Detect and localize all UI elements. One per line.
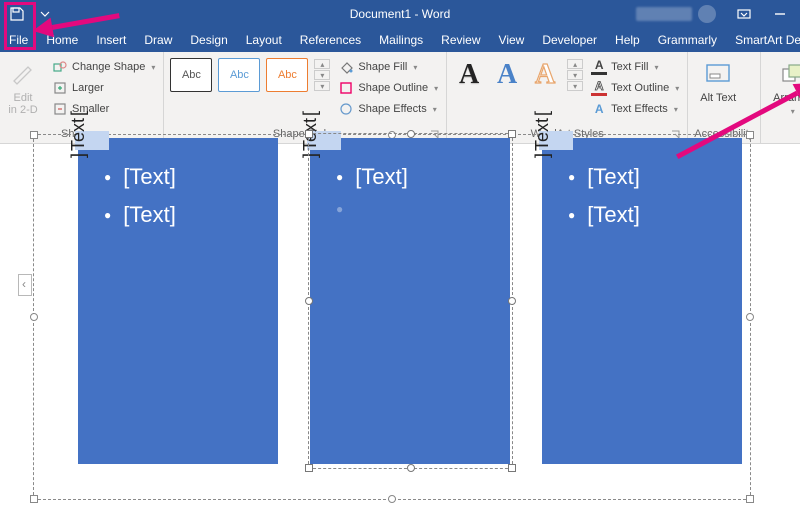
alt-text-icon <box>705 63 731 85</box>
alt-text-button[interactable]: Alt Text <box>694 58 742 106</box>
smartart-shape[interactable]: Text [Text] [Text] <box>78 138 278 464</box>
shape-title[interactable]: Text <box>68 111 89 158</box>
tab-layout[interactable]: Layout <box>237 28 291 52</box>
resize-handle[interactable] <box>508 464 516 472</box>
ribbon-display-icon <box>737 7 751 21</box>
shape-style-thumb[interactable]: Abc <box>218 58 260 92</box>
tab-design[interactable]: Design <box>181 28 236 52</box>
text-outline-button[interactable]: A Text Outline▾ <box>589 79 681 97</box>
text-effects-button[interactable]: A Text Effects▾ <box>589 100 681 118</box>
smaller-button[interactable]: Smaller <box>50 100 157 118</box>
smartart-shape[interactable]: Text [Text] [Text] <box>542 138 742 464</box>
shape-title[interactable]: Text <box>532 111 553 158</box>
resize-handle[interactable] <box>305 464 313 472</box>
shape-styles-gallery[interactable]: Abc Abc Abc ▴▾▾ <box>170 58 330 92</box>
resize-handle[interactable] <box>305 297 313 305</box>
larger-icon <box>53 81 67 95</box>
wordart-style-thumb[interactable]: A <box>491 59 523 91</box>
resize-handle[interactable] <box>305 130 313 138</box>
bucket-icon <box>339 60 353 74</box>
minimize-button[interactable] <box>762 0 798 28</box>
save-button[interactable] <box>4 2 30 26</box>
larger-button[interactable]: Larger <box>50 79 157 97</box>
document-canvas[interactable]: Text [Text] [Text] Text [Text] Text [Tex… <box>0 144 800 531</box>
gallery-more-button[interactable]: ▴▾▾ <box>314 58 330 91</box>
ribbon-options-button[interactable] <box>726 0 762 28</box>
account-area[interactable] <box>630 5 722 23</box>
shape-style-thumb[interactable]: Abc <box>266 58 308 92</box>
shape-effects-button[interactable]: Shape Effects▾ <box>336 100 440 118</box>
resize-handle[interactable] <box>508 297 516 305</box>
wordart-gallery[interactable]: A A A ▴▾▾ <box>453 58 583 91</box>
resize-handle[interactable] <box>407 130 415 138</box>
save-icon <box>9 6 25 22</box>
bullet-item[interactable]: [Text] <box>104 196 266 234</box>
resize-handle[interactable] <box>30 131 38 139</box>
ribbon: Edit in 2-D Change Shape▾ Larger Smaller… <box>0 52 800 144</box>
smaller-icon <box>53 102 67 116</box>
shape-style-thumb[interactable]: Abc <box>170 58 212 92</box>
account-avatar <box>698 5 716 23</box>
change-shape-button[interactable]: Change Shape▾ <box>50 58 157 76</box>
wordart-style-thumb[interactable]: A <box>453 59 485 91</box>
change-shape-icon <box>53 60 67 74</box>
outline-icon <box>339 81 353 95</box>
tab-review[interactable]: Review <box>432 28 489 52</box>
bullet-item[interactable]: [Text] <box>568 196 730 234</box>
tab-help[interactable]: Help <box>606 28 649 52</box>
bullet-item[interactable]: [Text] <box>104 158 266 196</box>
tab-file[interactable]: File <box>0 28 37 52</box>
smartart-inner-selection[interactable] <box>308 133 513 469</box>
tab-smartart-design[interactable]: SmartArt Design <box>726 28 800 52</box>
tab-draw[interactable]: Draw <box>135 28 181 52</box>
resize-handle[interactable] <box>508 130 516 138</box>
shape-fill-button[interactable]: Shape Fill▾ <box>336 58 440 76</box>
gallery-more-button[interactable]: ▴▾▾ <box>567 58 583 91</box>
account-name <box>636 7 692 21</box>
tab-mailings[interactable]: Mailings <box>370 28 432 52</box>
wordart-style-thumb[interactable]: A <box>529 59 561 91</box>
minimize-icon <box>774 8 786 20</box>
edit-2d-icon <box>10 61 36 87</box>
window-title: Document1 - Word <box>350 7 450 21</box>
tab-references[interactable]: References <box>291 28 370 52</box>
text-fill-button[interactable]: A Text Fill▾ <box>589 58 681 76</box>
shape-outline-button[interactable]: Shape Outline▾ <box>336 79 440 97</box>
effects-icon <box>339 102 353 116</box>
resize-handle[interactable] <box>407 464 415 472</box>
edit-in-2d-button: Edit in 2-D <box>2 58 44 118</box>
tab-view[interactable]: View <box>490 28 534 52</box>
tab-grammarly[interactable]: Grammarly <box>649 28 726 52</box>
tab-developer[interactable]: Developer <box>533 28 606 52</box>
